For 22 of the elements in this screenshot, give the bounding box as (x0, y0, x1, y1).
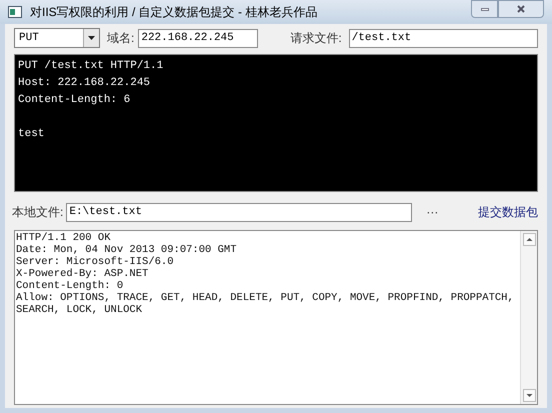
response-text: HTTP/1.1 200 OK Date: Mon, 04 Nov 2013 09:07:00 GMT Server: Microsoft-IIS/6.0 X-Powered-By: ASP.NET Content-Length: 0 Allow: OPTIONS, TRACE, GET, HEAD, DELETE, PUT, COPY, MOVE, PROPFIND, PROPPATCH, SEARCH, LOCK, UNLOCK (15, 231, 515, 318)
close-icon (517, 5, 525, 13)
minimize-button[interactable] (471, 0, 498, 18)
scroll-down-icon (522, 389, 536, 402)
app-icon (8, 6, 22, 18)
browse-button[interactable]: ··· (426, 206, 438, 218)
request-editor[interactable]: PUT /test.txt HTTP/1.1 Host: 222.168.22.245 Content-Length: 6 test (14, 54, 538, 192)
close-button[interactable] (498, 0, 544, 18)
host-label: 域名: (107, 30, 134, 47)
local-file-label: 本地文件: (12, 204, 64, 221)
dropdown-arrow-icon (88, 36, 95, 40)
scroll-up-icon (522, 233, 536, 246)
host-field[interactable]: 222.168.22.245 (138, 28, 258, 48)
file-field[interactable]: /test.txt (348, 28, 538, 48)
window-title: 对IIS写权限的利用 / 自定义数据包提交 - 桂林老兵作品 (30, 4, 318, 21)
method-dropdown[interactable]: PUT (14, 28, 100, 48)
scrollbar[interactable] (520, 231, 537, 404)
file-label: 请求文件: (290, 30, 342, 47)
local-file-field[interactable]: E:\test.txt (66, 202, 412, 222)
response-text-area[interactable] (14, 230, 538, 405)
method-value: PUT (18, 30, 40, 46)
submit-link[interactable]: 提交数据包 (478, 203, 538, 221)
